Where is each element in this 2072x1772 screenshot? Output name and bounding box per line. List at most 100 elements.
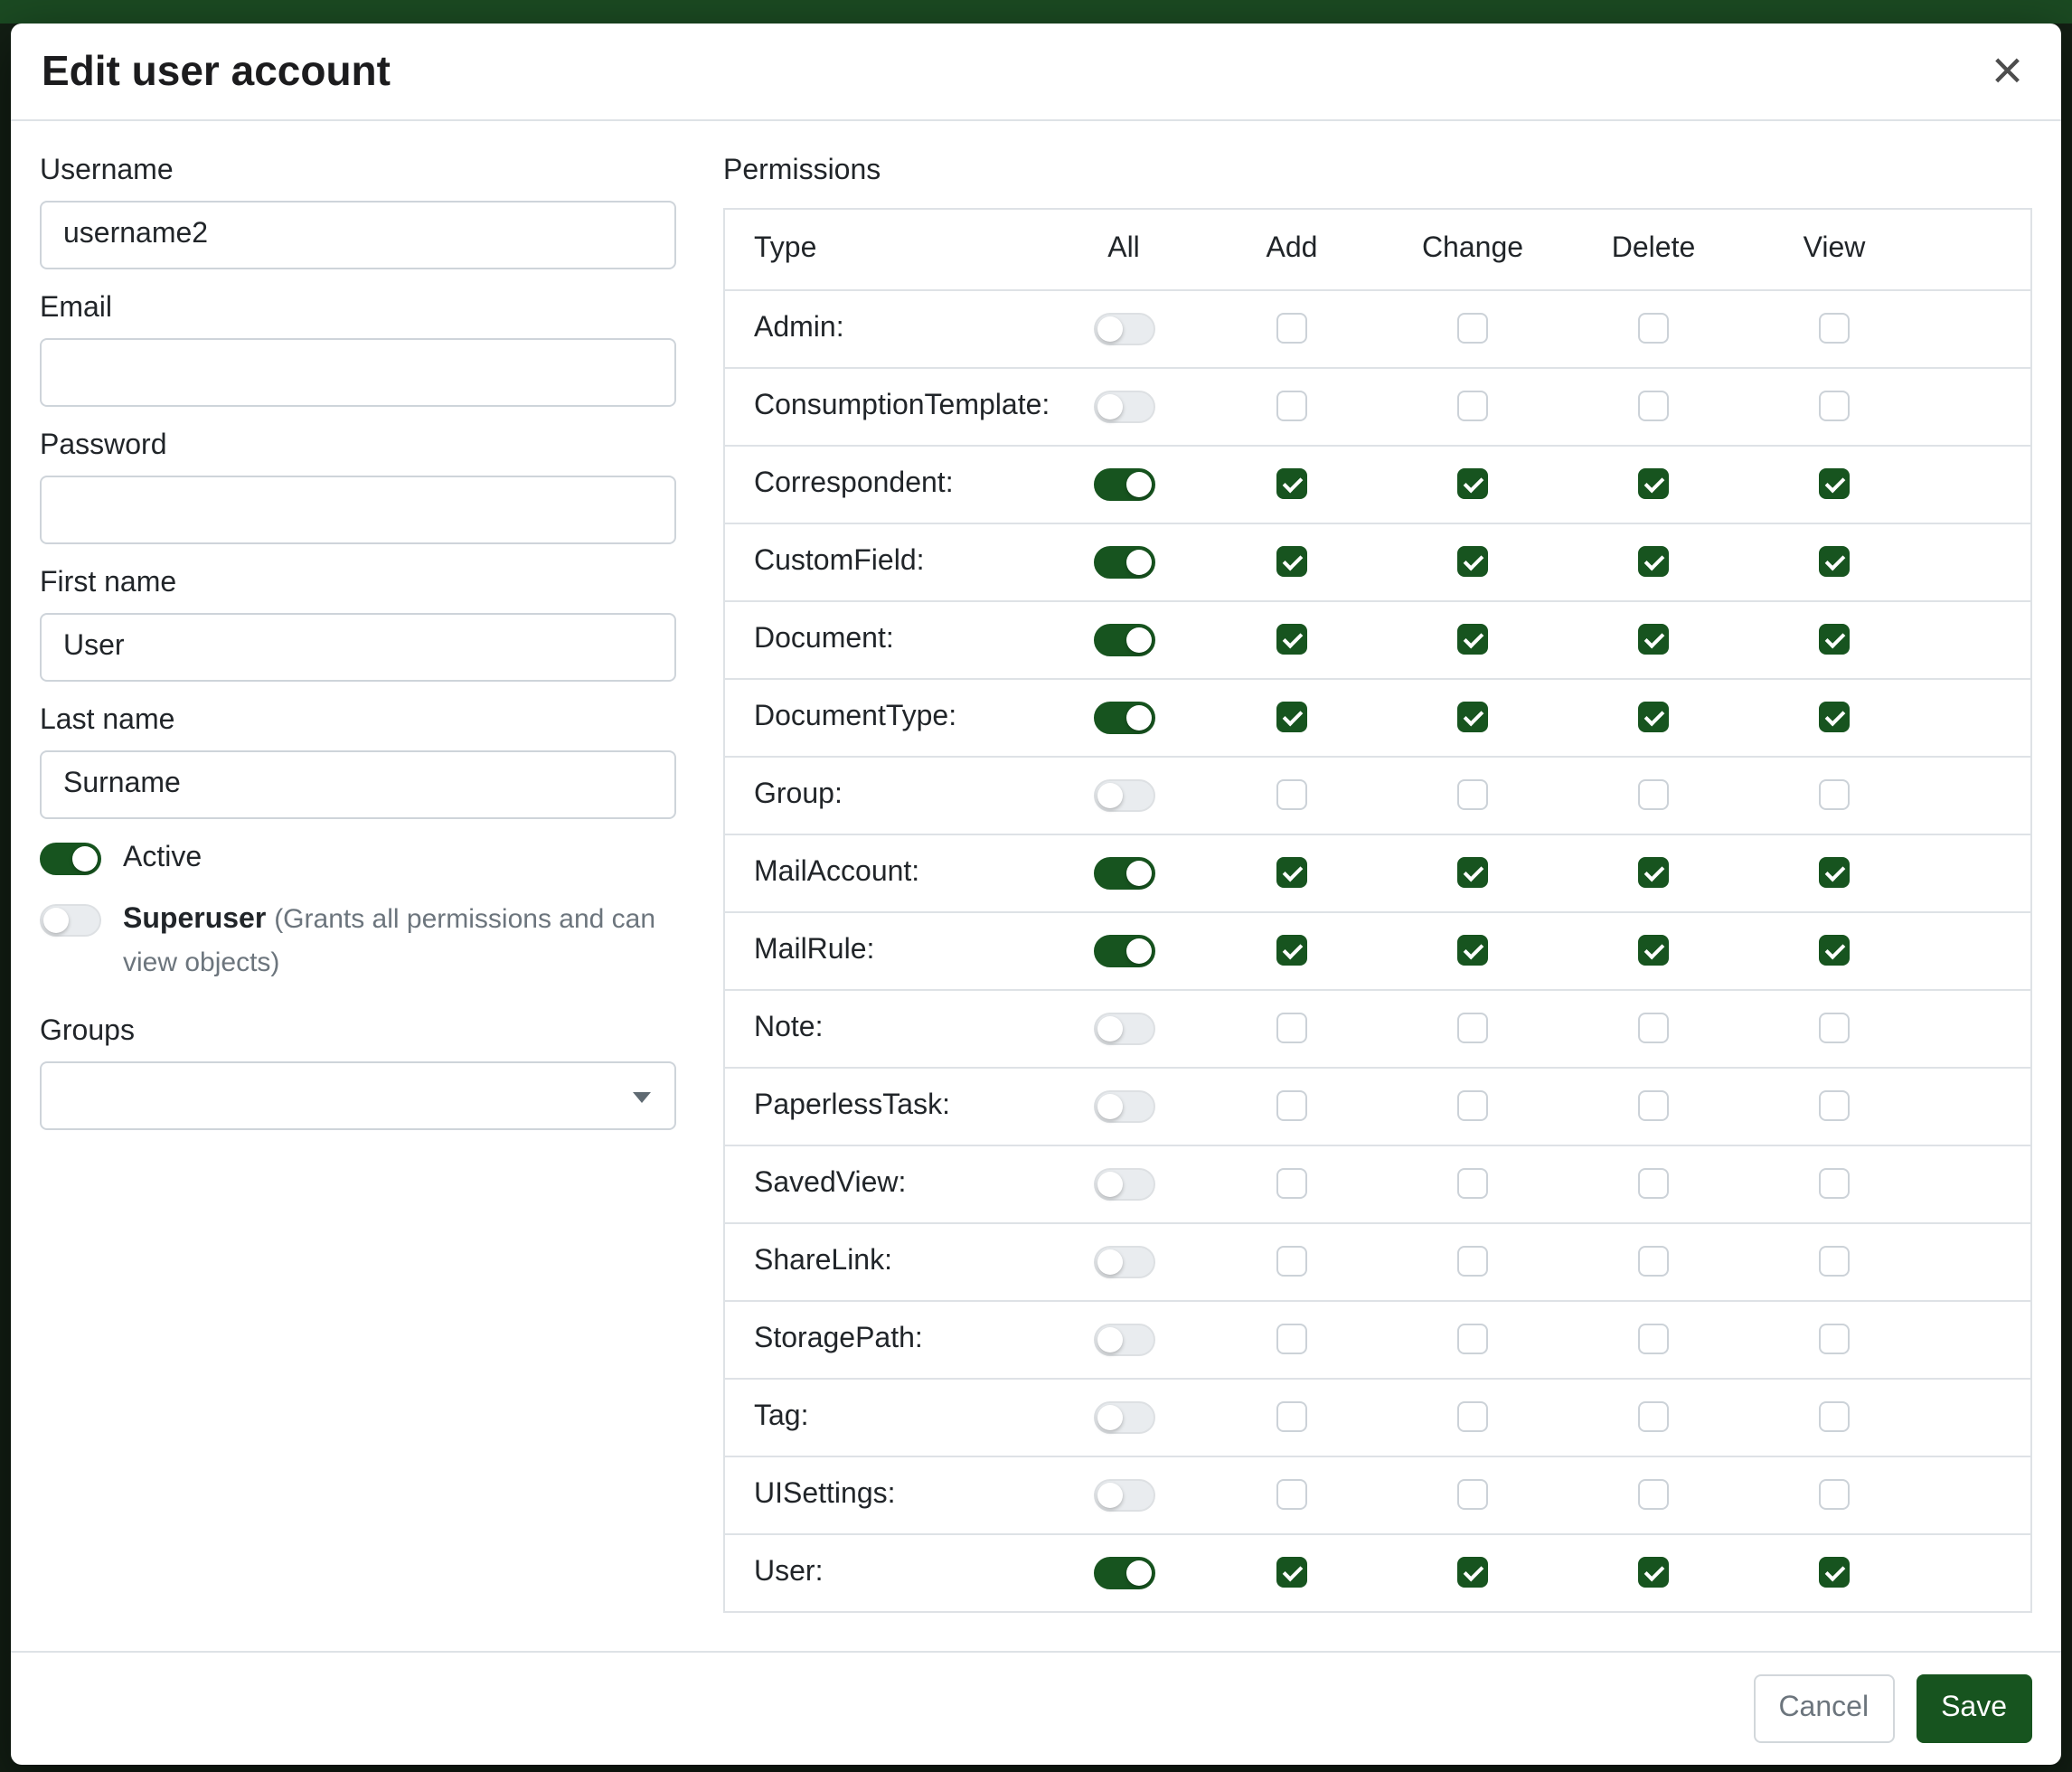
permission-change-checkbox[interactable]	[1457, 1013, 1488, 1044]
permission-all-toggle[interactable]	[1093, 1090, 1154, 1123]
permission-view-checkbox[interactable]	[1819, 547, 1850, 578]
permission-all-toggle[interactable]	[1093, 857, 1154, 890]
permission-delete-checkbox[interactable]	[1638, 1558, 1669, 1588]
permission-view-checkbox[interactable]	[1819, 1091, 1850, 1122]
cancel-button[interactable]: Cancel	[1753, 1674, 1894, 1743]
permission-delete-checkbox[interactable]	[1638, 780, 1669, 811]
permission-all-toggle[interactable]	[1093, 1246, 1154, 1278]
username-input[interactable]	[40, 201, 676, 269]
last-name-field[interactable]	[40, 750, 676, 819]
permission-change-checkbox[interactable]	[1457, 936, 1488, 966]
permission-delete-checkbox[interactable]	[1638, 547, 1669, 578]
permission-add-checkbox[interactable]	[1276, 625, 1307, 655]
permission-all-toggle[interactable]	[1093, 391, 1154, 423]
permission-change-checkbox[interactable]	[1457, 1324, 1488, 1355]
permission-change-checkbox[interactable]	[1457, 391, 1488, 422]
permission-add-checkbox[interactable]	[1276, 936, 1307, 966]
permission-change-checkbox[interactable]	[1457, 1247, 1488, 1277]
email-field[interactable]	[40, 338, 676, 407]
permission-all-toggle[interactable]	[1093, 313, 1154, 345]
permission-add-checkbox[interactable]	[1276, 702, 1307, 733]
permission-delete-checkbox[interactable]	[1638, 1169, 1669, 1200]
permission-change-checkbox[interactable]	[1457, 1402, 1488, 1433]
permission-add-checkbox[interactable]	[1276, 391, 1307, 422]
permission-all-toggle[interactable]	[1093, 935, 1154, 967]
permission-type-label: ShareLink:	[724, 1223, 1046, 1301]
permission-add-checkbox[interactable]	[1276, 547, 1307, 578]
permission-change-checkbox[interactable]	[1457, 1169, 1488, 1200]
permission-change-checkbox[interactable]	[1457, 1480, 1488, 1511]
permission-all-toggle[interactable]	[1093, 546, 1154, 579]
permission-all-toggle[interactable]	[1093, 1401, 1154, 1434]
permission-delete-checkbox[interactable]	[1638, 391, 1669, 422]
save-button[interactable]: Save	[1916, 1674, 2032, 1743]
permission-all-toggle[interactable]	[1093, 702, 1154, 734]
permission-all-toggle[interactable]	[1093, 1168, 1154, 1201]
permission-delete-checkbox[interactable]	[1638, 702, 1669, 733]
permission-add-checkbox[interactable]	[1276, 1480, 1307, 1511]
permission-change-checkbox[interactable]	[1457, 625, 1488, 655]
permission-change-checkbox[interactable]	[1457, 702, 1488, 733]
permission-change-checkbox[interactable]	[1457, 780, 1488, 811]
permission-delete-checkbox[interactable]	[1638, 1324, 1669, 1355]
permission-view-checkbox[interactable]	[1819, 1013, 1850, 1044]
permission-change-checkbox[interactable]	[1457, 1091, 1488, 1122]
permission-view-checkbox[interactable]	[1819, 780, 1850, 811]
permission-view-checkbox[interactable]	[1819, 702, 1850, 733]
permission-change-checkbox[interactable]	[1457, 547, 1488, 578]
permission-delete-checkbox[interactable]	[1638, 1091, 1669, 1122]
permission-all-toggle[interactable]	[1093, 1013, 1154, 1045]
permission-add-checkbox[interactable]	[1276, 1402, 1307, 1433]
permission-change-checkbox[interactable]	[1457, 1558, 1488, 1588]
permission-type-label: Group:	[724, 757, 1046, 834]
permission-view-checkbox[interactable]	[1819, 391, 1850, 422]
permission-all-toggle[interactable]	[1093, 779, 1154, 812]
permission-add-checkbox[interactable]	[1276, 1324, 1307, 1355]
permission-delete-checkbox[interactable]	[1638, 469, 1669, 500]
permission-add-checkbox[interactable]	[1276, 314, 1307, 344]
permission-add-checkbox[interactable]	[1276, 1013, 1307, 1044]
permission-view-checkbox[interactable]	[1819, 625, 1850, 655]
permission-all-toggle[interactable]	[1093, 624, 1154, 656]
permission-delete-checkbox[interactable]	[1638, 936, 1669, 966]
permission-all-toggle[interactable]	[1093, 1479, 1154, 1512]
active-toggle[interactable]	[40, 843, 101, 875]
permission-add-checkbox[interactable]	[1276, 1247, 1307, 1277]
permission-row: Document:	[724, 601, 2031, 679]
password-field[interactable]	[40, 476, 676, 544]
first-name-field[interactable]	[40, 613, 676, 682]
permission-delete-checkbox[interactable]	[1638, 314, 1669, 344]
permission-view-checkbox[interactable]	[1819, 1247, 1850, 1277]
permission-view-checkbox[interactable]	[1819, 469, 1850, 500]
permission-add-checkbox[interactable]	[1276, 858, 1307, 889]
permission-all-toggle[interactable]	[1093, 468, 1154, 501]
permission-view-checkbox[interactable]	[1819, 1558, 1850, 1588]
permission-view-checkbox[interactable]	[1819, 936, 1850, 966]
permission-delete-checkbox[interactable]	[1638, 1247, 1669, 1277]
permission-delete-checkbox[interactable]	[1638, 858, 1669, 889]
permission-add-checkbox[interactable]	[1276, 1558, 1307, 1588]
permission-add-checkbox[interactable]	[1276, 1169, 1307, 1200]
permission-delete-checkbox[interactable]	[1638, 625, 1669, 655]
superuser-toggle[interactable]	[40, 904, 101, 937]
permission-view-checkbox[interactable]	[1819, 1480, 1850, 1511]
column-header-add: Add	[1201, 209, 1382, 290]
permission-view-checkbox[interactable]	[1819, 314, 1850, 344]
close-icon[interactable]: ×	[1984, 50, 2030, 93]
permission-view-checkbox[interactable]	[1819, 1169, 1850, 1200]
permission-change-checkbox[interactable]	[1457, 469, 1488, 500]
permission-delete-checkbox[interactable]	[1638, 1402, 1669, 1433]
permission-delete-checkbox[interactable]	[1638, 1480, 1669, 1511]
permission-all-toggle[interactable]	[1093, 1557, 1154, 1589]
permission-change-checkbox[interactable]	[1457, 314, 1488, 344]
permission-view-checkbox[interactable]	[1819, 858, 1850, 889]
permission-view-checkbox[interactable]	[1819, 1402, 1850, 1433]
permission-all-toggle[interactable]	[1093, 1324, 1154, 1356]
permission-view-checkbox[interactable]	[1819, 1324, 1850, 1355]
permission-change-checkbox[interactable]	[1457, 858, 1488, 889]
permission-add-checkbox[interactable]	[1276, 469, 1307, 500]
permission-add-checkbox[interactable]	[1276, 1091, 1307, 1122]
groups-select[interactable]	[40, 1061, 676, 1130]
permission-add-checkbox[interactable]	[1276, 780, 1307, 811]
permission-delete-checkbox[interactable]	[1638, 1013, 1669, 1044]
